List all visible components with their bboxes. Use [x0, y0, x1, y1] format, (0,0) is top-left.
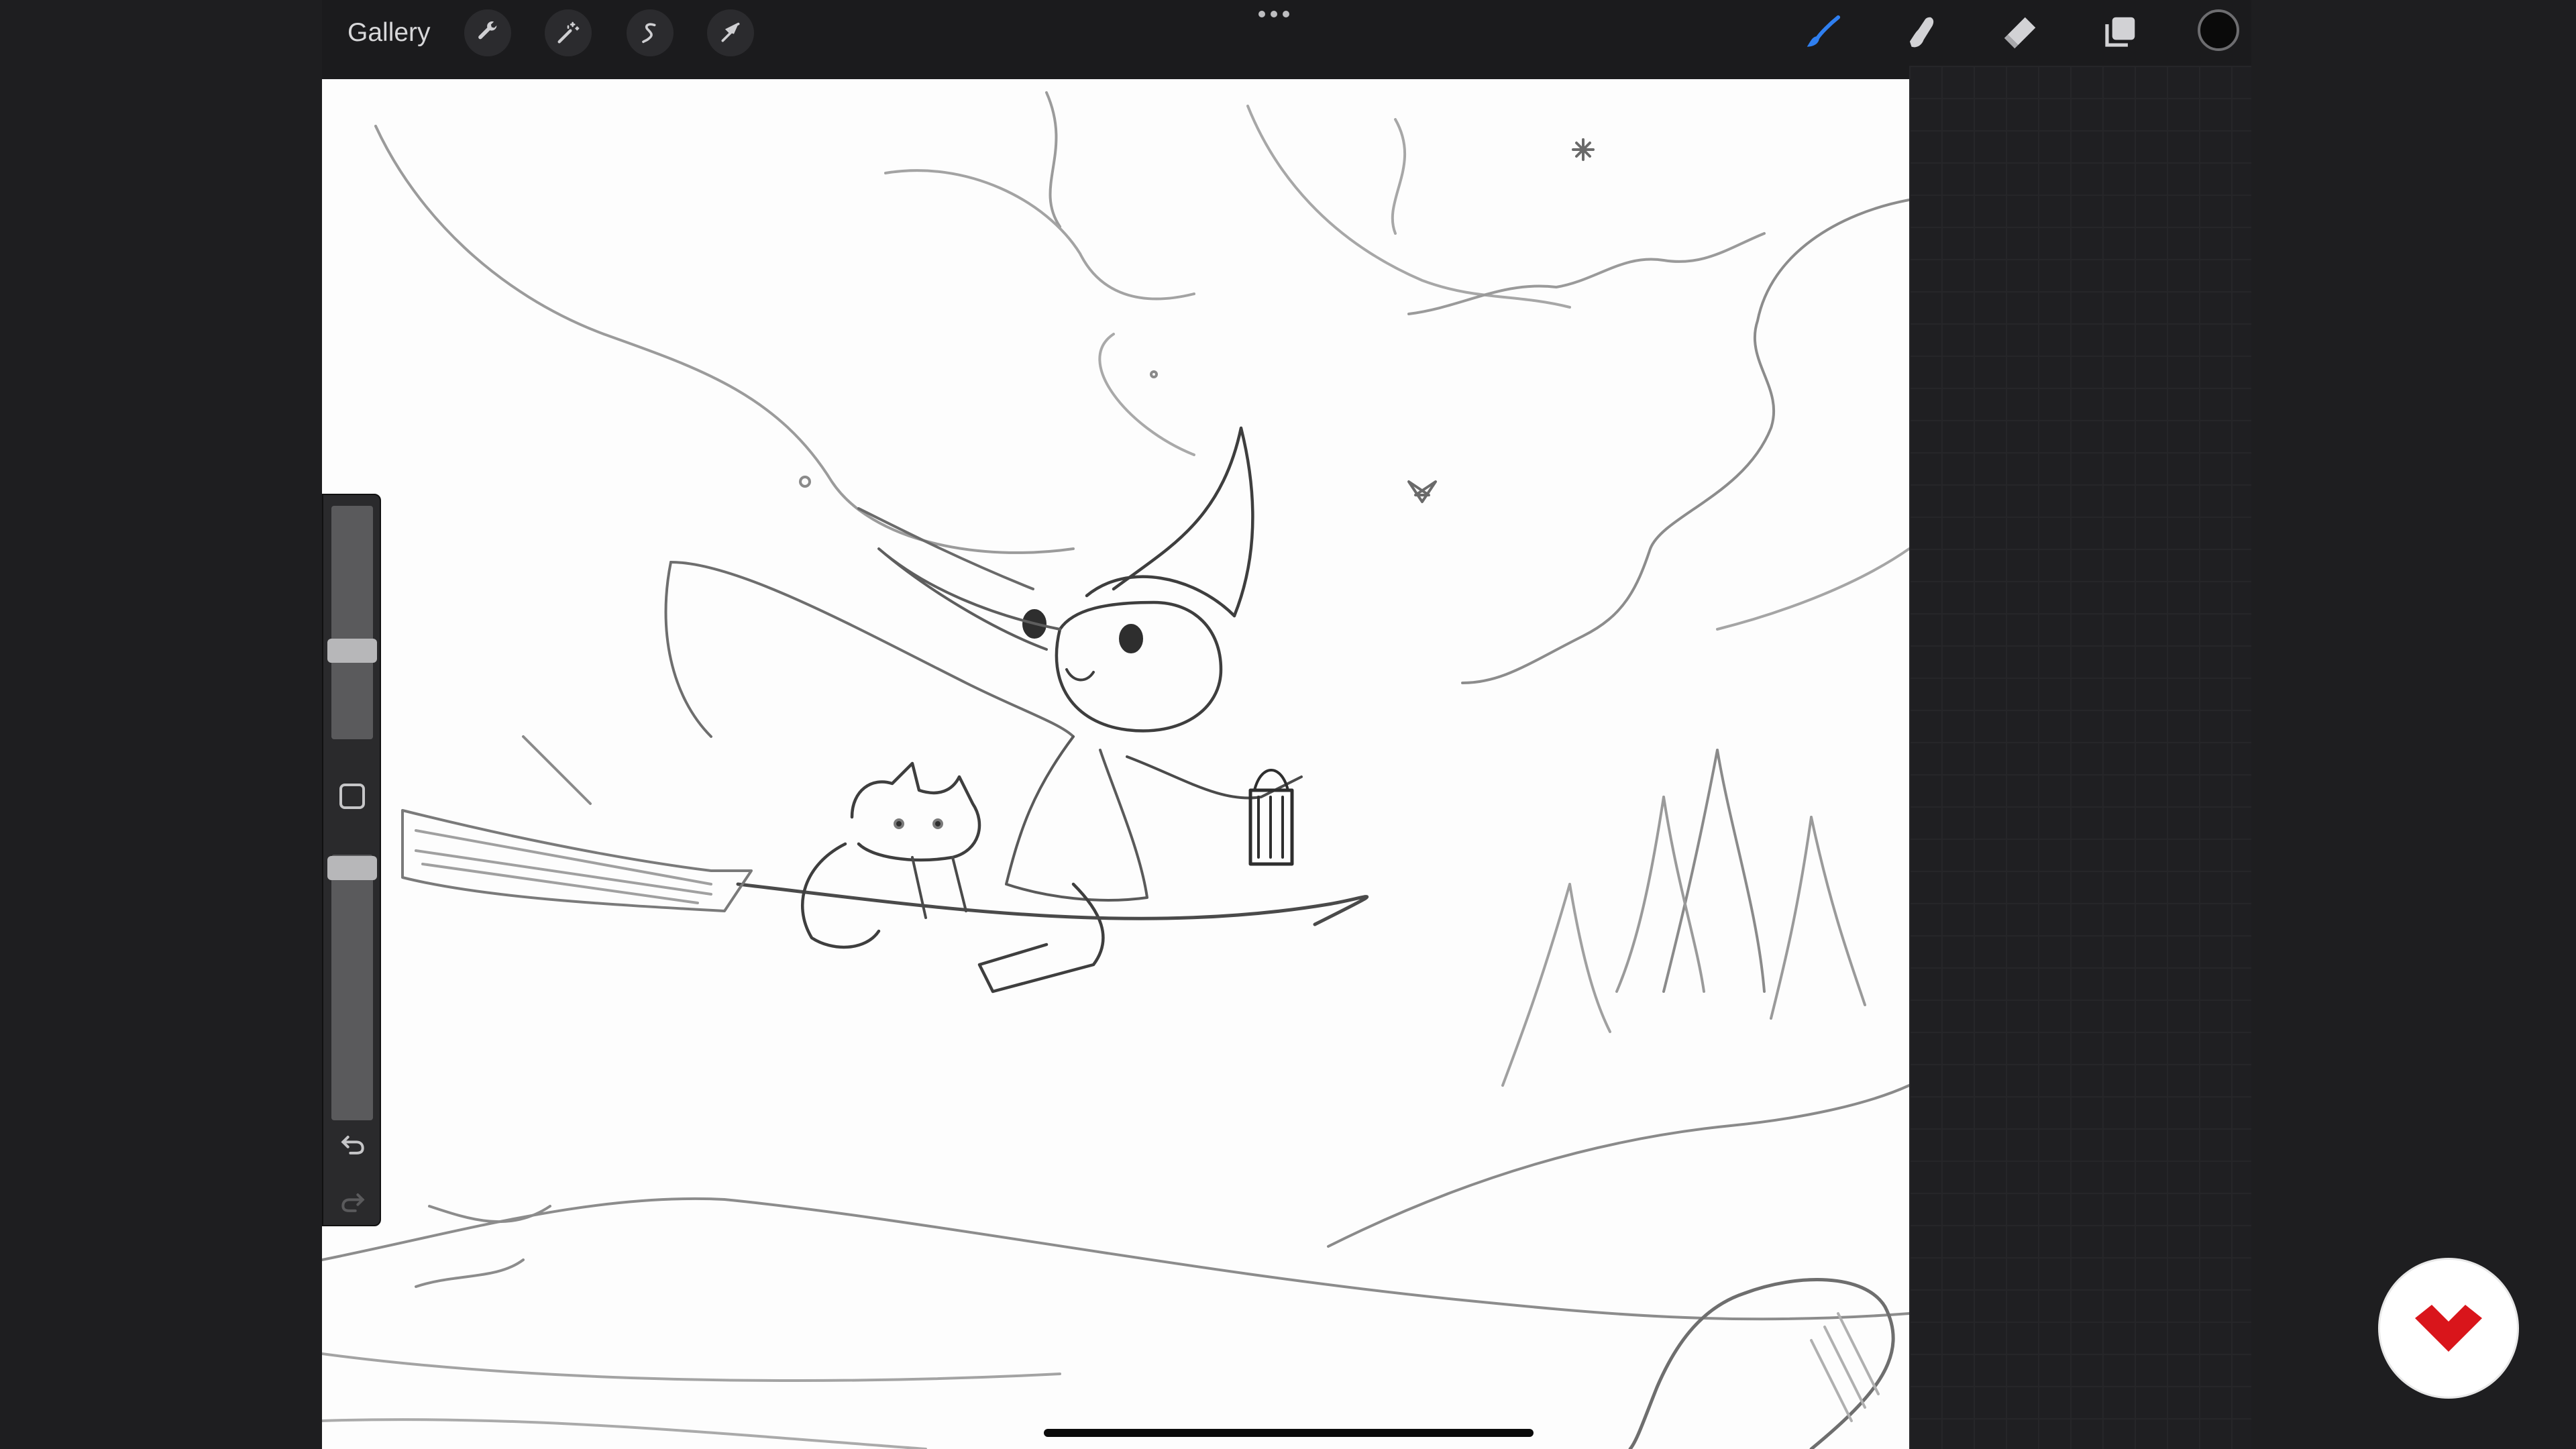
layers-icon	[2105, 17, 2135, 47]
adjustments-button[interactable]	[545, 9, 592, 56]
home-indicator[interactable]	[1044, 1429, 1534, 1437]
undo-icon	[341, 1135, 364, 1155]
arrow-cursor-icon	[721, 22, 740, 42]
dot	[1271, 11, 1277, 17]
undo-button[interactable]	[337, 1128, 369, 1161]
redo-icon	[341, 1193, 365, 1212]
dot	[1258, 11, 1265, 17]
actions-button[interactable]	[464, 9, 511, 56]
brand-badge[interactable]	[2380, 1260, 2517, 1397]
eraser-tool-button[interactable]	[1995, 8, 2045, 58]
brush-size-handle[interactable]	[327, 639, 377, 663]
brush-tool-button[interactable]	[1798, 8, 1847, 58]
brush-sidebar	[322, 494, 381, 1226]
sketch-artwork	[322, 91, 1909, 1449]
drawing-canvas[interactable]	[322, 79, 1909, 1449]
smudge-finger-icon	[1909, 17, 1934, 48]
gallery-button[interactable]: Gallery	[347, 12, 431, 54]
wrench-icon	[478, 21, 497, 40]
brush-icon	[1807, 15, 1841, 47]
selection-button[interactable]	[627, 9, 674, 56]
eraser-icon	[2004, 17, 2036, 49]
transform-button[interactable]	[707, 9, 754, 56]
brush-size-slider[interactable]	[331, 506, 373, 739]
canvas-background-grid	[1909, 66, 2251, 1449]
selection-s-icon	[642, 23, 656, 44]
opacity-handle[interactable]	[327, 856, 377, 880]
color-picker-button[interactable]	[2198, 9, 2239, 51]
opacity-slider[interactable]	[331, 855, 373, 1120]
smudge-tool-button[interactable]	[1897, 8, 1947, 58]
brand-logo-icon	[2415, 1305, 2482, 1352]
magic-wand-icon	[557, 21, 580, 44]
top-toolbar: Gallery	[322, 0, 2251, 66]
dot	[1283, 11, 1289, 17]
layers-button[interactable]	[2094, 8, 2144, 58]
ellipsis-icon[interactable]	[1258, 11, 1289, 20]
procreate-app: Gallery	[322, 0, 2251, 1449]
square-modify-icon[interactable]	[339, 784, 365, 809]
redo-button[interactable]	[337, 1186, 369, 1218]
